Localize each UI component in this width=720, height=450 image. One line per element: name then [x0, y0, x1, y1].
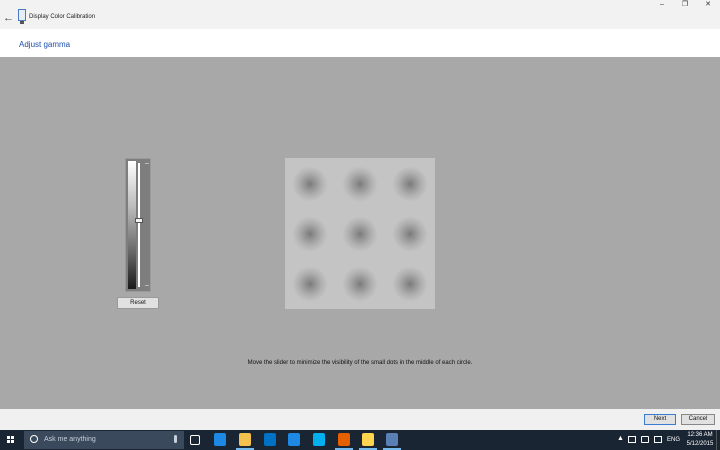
title-bar	[0, 0, 720, 29]
cortana-icon[interactable]	[30, 435, 38, 443]
gamma-dot-circle	[392, 216, 428, 252]
slider-tick-bottom	[145, 285, 149, 286]
windows-start-icon[interactable]	[0, 430, 22, 450]
slider-tick-top	[145, 163, 149, 164]
clock-date[interactable]: 5/12/2015	[686, 441, 714, 447]
slider-track[interactable]	[138, 163, 140, 287]
search-placeholder[interactable]: Ask me anything	[44, 436, 96, 443]
page-title: Adjust gamma	[19, 40, 71, 49]
back-arrow-icon[interactable]: ←	[3, 12, 14, 24]
next-button[interactable]: Next	[644, 414, 676, 425]
gamma-dot-circle	[342, 166, 378, 202]
calibration-app-icon	[17, 9, 27, 25]
slider-thumb[interactable]	[135, 217, 143, 223]
clock-time[interactable]: 12:36 AM	[686, 432, 714, 438]
microphone-icon[interactable]	[174, 435, 177, 443]
outlook-icon[interactable]	[264, 433, 276, 446]
gamma-dot-circle	[342, 266, 378, 302]
reset-button[interactable]: Reset	[117, 297, 159, 309]
gamma-dot-circle	[292, 216, 328, 252]
store-app-icon[interactable]	[214, 433, 226, 446]
action-center-icon[interactable]	[654, 436, 662, 443]
instructions-text: Move the slider to minimize the visibili…	[247, 360, 473, 366]
skype-icon[interactable]	[313, 433, 325, 446]
gamma-slider[interactable]	[125, 158, 151, 292]
edge-icon[interactable]	[288, 433, 300, 446]
show-desktop-button[interactable]	[716, 430, 720, 450]
task-view-icon[interactable]	[190, 435, 200, 445]
language-indicator[interactable]: ENG	[667, 437, 680, 443]
volume-icon[interactable]	[641, 436, 649, 443]
firefox-icon[interactable]	[338, 433, 350, 446]
header-band	[0, 29, 720, 57]
tray-expand-icon[interactable]: ▲	[617, 435, 624, 442]
gamma-dot-circle	[392, 266, 428, 302]
footer-bar	[0, 409, 720, 430]
color-calibration-app-icon[interactable]	[386, 433, 398, 446]
gamma-test-pattern	[285, 158, 435, 309]
gamma-dot-circle	[342, 216, 378, 252]
close-button[interactable]: ✕	[695, 0, 720, 10]
cancel-button[interactable]: Cancel	[681, 414, 715, 425]
network-icon[interactable]	[628, 436, 636, 443]
gamma-dot-circle	[292, 166, 328, 202]
file-explorer-icon[interactable]	[239, 433, 251, 446]
window-title: Display Color Calibration	[29, 14, 96, 20]
gamma-dot-circle	[292, 266, 328, 302]
gamma-dot-circle	[392, 166, 428, 202]
gamma-gradient-bar	[128, 161, 136, 289]
messaging-icon[interactable]	[362, 433, 374, 446]
